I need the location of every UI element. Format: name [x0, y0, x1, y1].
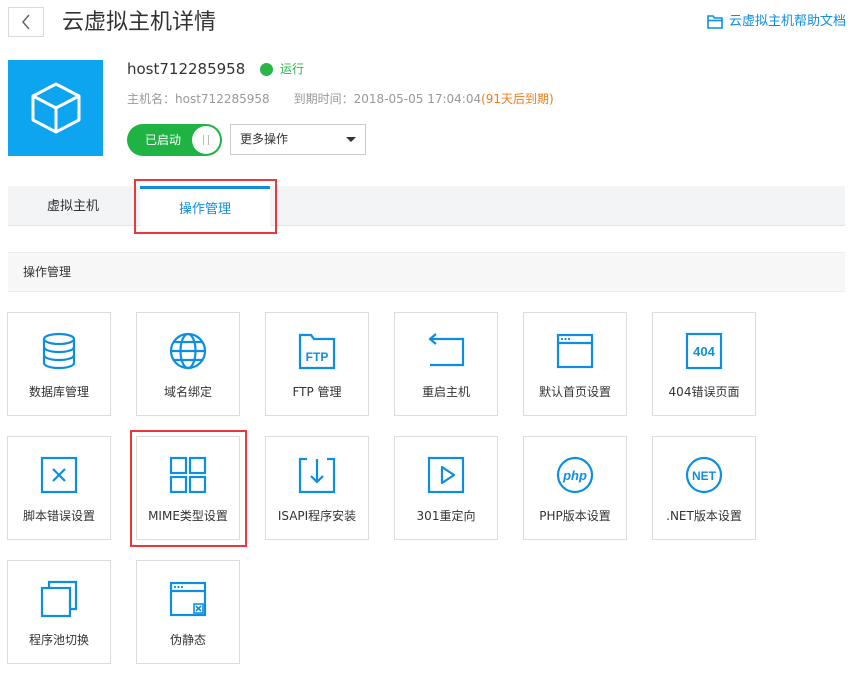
- chevron-left-icon: [22, 14, 30, 30]
- back-button[interactable]: [8, 7, 44, 37]
- ftp-folder-icon: FTP: [298, 333, 336, 370]
- card-label: 伪静态: [169, 633, 206, 647]
- card-label: MIME类型设置: [148, 509, 228, 523]
- svg-text:NET: NET: [692, 469, 717, 483]
- status-dot-icon: [260, 62, 273, 76]
- redirect-play-icon: [427, 456, 465, 494]
- section-header: 操作管理: [8, 252, 845, 292]
- error-x-icon: [40, 456, 78, 494]
- card-label: ISAPI程序安装: [277, 509, 357, 523]
- hostname-label: 主机名：: [127, 92, 176, 106]
- svg-text:FTP: FTP: [306, 350, 329, 364]
- rewrite-window-icon: [169, 581, 207, 617]
- card-label: 脚本错误设置: [22, 509, 95, 523]
- toggle-label: 已启动: [145, 133, 182, 147]
- card-restart[interactable]: 重启主机: [394, 312, 498, 416]
- card-net-version[interactable]: NET .NET版本设置: [652, 436, 756, 540]
- card-label: 重启主机: [421, 385, 470, 399]
- tab-virtual-host[interactable]: 虚拟主机: [8, 186, 138, 226]
- php-icon: php: [556, 456, 594, 494]
- status-text: 运行: [280, 62, 305, 76]
- browser-window-icon: [556, 333, 594, 369]
- host-logo: [8, 60, 103, 156]
- svg-text:404: 404: [693, 344, 715, 359]
- more-actions-label: 更多操作: [240, 132, 289, 146]
- page-title: 云虚拟主机详情: [62, 10, 217, 35]
- more-actions-dropdown[interactable]: 更多操作: [230, 124, 366, 155]
- card-301-redirect[interactable]: 301重定向: [394, 436, 498, 540]
- card-label: PHP版本设置: [539, 509, 611, 523]
- restart-icon: [428, 333, 465, 367]
- card-mime-type[interactable]: MIME类型设置: [136, 436, 240, 540]
- help-doc-link[interactable]: 云虚拟主机帮助文档: [707, 12, 846, 32]
- card-label: 域名绑定: [163, 385, 212, 399]
- card-label: 404错误页面: [668, 385, 740, 399]
- card-label: 数据库管理: [28, 385, 89, 399]
- card-ftp[interactable]: FTP FTP 管理: [265, 312, 369, 416]
- power-toggle[interactable]: 已启动: [127, 124, 222, 156]
- card-domain-binding[interactable]: 域名绑定: [136, 312, 240, 416]
- host-name: host712285958: [127, 60, 246, 78]
- net-icon: NET: [685, 456, 723, 494]
- card-isapi-install[interactable]: ISAPI程序安装: [265, 436, 369, 540]
- pause-icon: [192, 126, 220, 154]
- card-label: 默认首页设置: [538, 385, 611, 399]
- cube-icon: [31, 82, 80, 134]
- install-box-icon: [298, 457, 336, 494]
- expire-label: 到期时间：: [293, 92, 354, 106]
- card-php-version[interactable]: php PHP版本设置: [523, 436, 627, 540]
- app-pool-icon: [40, 580, 78, 618]
- database-icon: [42, 332, 76, 370]
- help-doc-label: 云虚拟主机帮助文档: [728, 14, 846, 29]
- card-url-rewrite[interactable]: 伪静态: [136, 560, 240, 664]
- card-database[interactable]: 数据库管理: [7, 312, 111, 416]
- caret-down-icon: [346, 137, 356, 142]
- globe-icon: [169, 332, 207, 370]
- card-404-page[interactable]: 404 404错误页面: [652, 312, 756, 416]
- svg-text:php: php: [562, 468, 587, 483]
- card-label: FTP 管理: [292, 385, 342, 399]
- tab-operations[interactable]: 操作管理: [140, 186, 270, 228]
- card-label: 301重定向: [416, 509, 476, 523]
- status-badge: 运行: [260, 60, 304, 78]
- host-meta: 主机名：host712285958 到期时间：2018-05-05 17:04:0…: [127, 91, 554, 107]
- expire-time: 2018-05-05 17:04:04: [353, 92, 482, 106]
- expire-note: (91天后到期): [481, 92, 554, 106]
- hostname-value: host712285958: [175, 92, 270, 106]
- card-label: .NET版本设置: [666, 509, 742, 523]
- folder-icon: [707, 15, 723, 29]
- card-script-error[interactable]: 脚本错误设置: [7, 436, 111, 540]
- card-app-pool[interactable]: 程序池切换: [7, 560, 111, 664]
- card-default-homepage[interactable]: 默认首页设置: [523, 312, 627, 416]
- card-label: 程序池切换: [28, 633, 89, 647]
- grid-icon: [169, 456, 207, 494]
- 404-icon: 404: [685, 332, 723, 370]
